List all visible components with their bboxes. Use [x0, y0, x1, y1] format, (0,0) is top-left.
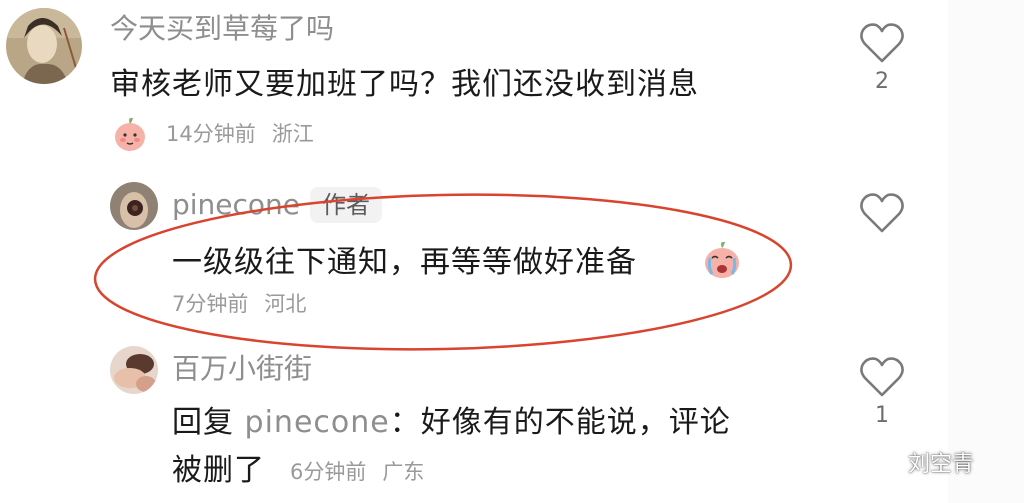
crying-face-icon: [700, 238, 744, 282]
reply-text: 一级级往下通知，再等等做好准备: [172, 245, 637, 280]
reply-prefix: 回复: [172, 405, 234, 440]
reply-location: 广东: [382, 460, 425, 484]
comment-time: 14分钟前: [166, 122, 256, 146]
reply-to-username[interactable]: pinecone: [245, 405, 390, 440]
heart-icon: [860, 23, 904, 63]
avatar[interactable]: [110, 182, 158, 230]
reply-time: 7分钟前: [172, 292, 249, 316]
reply-username[interactable]: pinecone: [172, 188, 300, 222]
wechat-icon: [868, 448, 901, 474]
side-panel: [948, 0, 1024, 503]
watermark: 刘空青: [868, 446, 974, 478]
comment-panel: 今天买到草莓了吗 审核老师又要加班了吗？我们还没收到消息 14分钟前 浙江 2 p…: [0, 0, 949, 503]
comment-meta: 14分钟前 浙江: [166, 120, 314, 148]
avatar[interactable]: [110, 346, 158, 394]
reply-meta: 7分钟前 河北: [172, 290, 306, 318]
comment-username[interactable]: 今天买到草莓了吗: [110, 12, 334, 46]
watermark-text: 刘空青: [908, 452, 975, 477]
author-badge: 作者: [310, 187, 382, 223]
heart-icon: [860, 193, 904, 233]
like-button[interactable]: 2: [858, 22, 906, 96]
reply-location: 河北: [264, 292, 307, 316]
like-button[interactable]: 1: [858, 356, 906, 430]
comment-text: 审核老师又要加班了吗？我们还没收到消息: [110, 67, 699, 102]
like-count: 2: [875, 69, 889, 94]
avatar[interactable]: [6, 8, 82, 84]
peach-face-icon: [110, 114, 150, 154]
reply-meta: 6分钟前 广东: [290, 458, 424, 486]
reply-time: 6分钟前: [290, 460, 367, 484]
heart-icon: [860, 357, 904, 397]
reply-text-line2: 被删了: [172, 453, 265, 488]
like-button[interactable]: [858, 192, 906, 234]
reply-username[interactable]: 百万小街街: [172, 352, 312, 386]
like-count: 1: [875, 403, 889, 428]
comment-location: 浙江: [271, 122, 314, 146]
reply-text-line1: 好像有的不能说，评论: [420, 405, 731, 440]
reply-colon: ：: [389, 405, 421, 440]
reply-text: 回复 pinecone：好像有的不能说，评论: [172, 404, 731, 442]
